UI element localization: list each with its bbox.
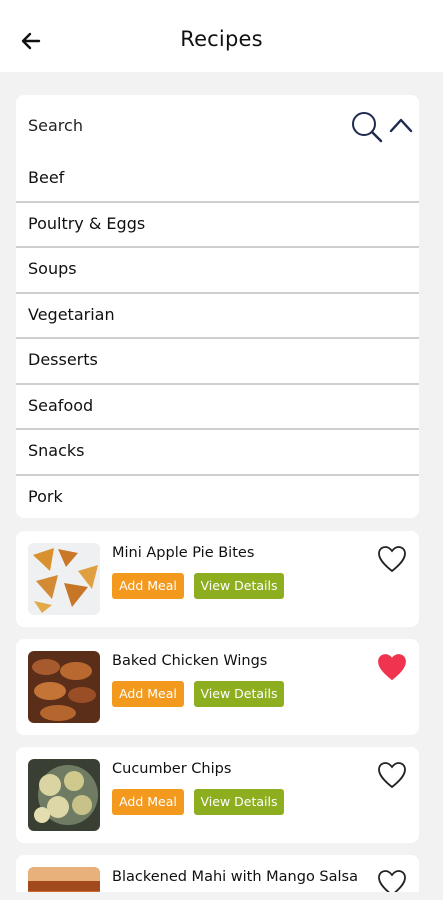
view-details-button[interactable]: View Details <box>194 789 284 815</box>
bottom-edge <box>0 892 443 900</box>
recipe-image[interactable] <box>28 543 100 615</box>
heart-icon[interactable] <box>376 651 408 683</box>
recipe-image[interactable] <box>28 651 100 723</box>
category-item-poultry-eggs[interactable]: Poultry & Eggs <box>16 203 419 248</box>
category-item-snacks[interactable]: Snacks <box>16 430 419 476</box>
add-meal-button[interactable]: Add Meal <box>112 573 184 599</box>
search-icon[interactable] <box>350 110 384 144</box>
view-details-button[interactable]: View Details <box>194 573 284 599</box>
category-item-pork[interactable]: Pork <box>16 476 419 519</box>
recipe-name: Mini Apple Pie Bites <box>112 545 255 561</box>
recipe-name: Blackened Mahi with Mango Salsa <box>112 869 358 885</box>
category-item-beef[interactable]: Beef <box>16 157 419 203</box>
search-row[interactable]: Search <box>16 95 419 157</box>
category-item-seafood[interactable]: Seafood <box>16 385 419 430</box>
category-item-soups[interactable]: Soups <box>16 248 419 294</box>
heart-icon[interactable] <box>376 543 408 575</box>
heart-icon[interactable] <box>376 759 408 791</box>
view-details-button[interactable]: View Details <box>194 681 284 707</box>
recipe-name: Cucumber Chips <box>112 761 232 777</box>
app-bar: Recipes <box>0 0 443 72</box>
recipe-image[interactable] <box>28 759 100 831</box>
recipe-name: Baked Chicken Wings <box>112 653 268 669</box>
recipe-card[interactable]: Baked Chicken Wings Add Meal View Detail… <box>16 639 419 735</box>
recipe-card[interactable]: Cucumber Chips Add Meal View Details <box>16 747 419 843</box>
category-list: Beef Poultry & Eggs Soups Vegetarian Des… <box>16 157 419 518</box>
category-item-desserts[interactable]: Desserts <box>16 339 419 385</box>
category-item-vegetarian[interactable]: Vegetarian <box>16 294 419 339</box>
search-label: Search <box>28 116 83 135</box>
chevron-up-icon[interactable] <box>388 113 414 139</box>
category-panel: Search Beef Poultry & Eggs Soups Vegetar… <box>16 95 419 518</box>
recipe-card[interactable]: Mini Apple Pie Bites Add Meal View Detai… <box>16 531 419 627</box>
add-meal-button[interactable]: Add Meal <box>112 681 184 707</box>
add-meal-button[interactable]: Add Meal <box>112 789 184 815</box>
page-title: Recipes <box>180 27 263 51</box>
